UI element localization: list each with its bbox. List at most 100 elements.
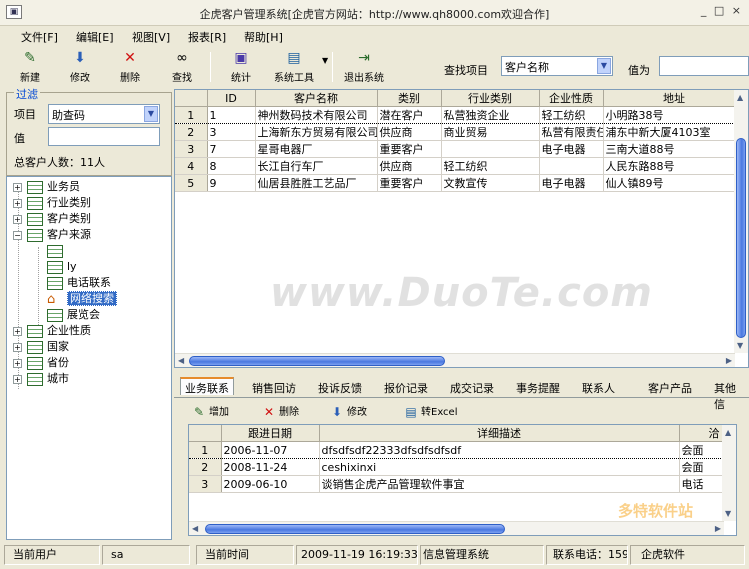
cell-type[interactable]: 重要客户 [377, 140, 442, 158]
cell-nature[interactable] [539, 157, 604, 175]
tab-business-contact[interactable]: 业务联系 [180, 377, 234, 395]
scroll-down-icon[interactable]: ▼ [725, 509, 731, 518]
scroll-right-icon[interactable]: ▶ [726, 356, 732, 365]
cell-type[interactable]: 供应商 [377, 157, 442, 175]
menu-view[interactable]: 视图[V] [132, 29, 170, 45]
cell-id[interactable]: 1 [207, 106, 256, 124]
column-header[interactable]: 企业性质 [539, 90, 604, 107]
delete-button[interactable]: ✕ 删除 [108, 48, 152, 86]
tree-child-source-4[interactable]: 展览会 [47, 307, 100, 323]
cell-date[interactable]: 2009-06-10 [221, 475, 320, 493]
new-button[interactable]: ✎ 新建 [8, 48, 52, 86]
cell-description[interactable]: ceshixinxi [319, 458, 680, 476]
cell-description[interactable]: dfsdfsdf22333dfsdfsdfsdf [319, 441, 680, 459]
expand-icon[interactable]: + [13, 182, 22, 192]
scroll-thumb[interactable] [736, 138, 746, 338]
cell-address[interactable]: 三南大道88号 [603, 140, 746, 158]
scroll-down-icon[interactable]: ▼ [737, 341, 743, 350]
value-input[interactable] [659, 56, 749, 76]
cell-address[interactable]: 仙人镇89号 [603, 174, 746, 192]
menu-file[interactable]: 文件[F] [21, 29, 58, 45]
expand-icon[interactable]: + [13, 342, 22, 352]
edit-row-button[interactable]: ⬇ 修改 [330, 403, 367, 418]
cell-id[interactable]: 7 [207, 140, 256, 158]
scroll-left-icon[interactable]: ◀ [192, 524, 198, 533]
horizontal-scrollbar[interactable]: ◀ ▶ [189, 521, 724, 535]
table-row[interactable]: 2 3 上海新东方贸易有限公司 供应商 商业贸易 私营有限责任 浦东中新大厦41… [175, 123, 746, 141]
tree-child-source-2[interactable]: 电话联系 [47, 275, 111, 291]
table-row[interactable]: 4 8 长江自行车厂 供应商 轻工纺织 人民东路88号 [175, 157, 746, 175]
tab-sales-visit[interactable]: 销售回访 [248, 379, 300, 397]
column-header[interactable]: 类别 [377, 90, 442, 107]
table-row[interactable]: 1 2006-11-07 dfsdfsdf22333dfsdfsdfsdf 会面 [189, 441, 736, 459]
cell-name[interactable]: 仙居县胜胜工艺品厂 [255, 174, 378, 192]
cell-name[interactable]: 星哥电器厂 [255, 140, 378, 158]
cell-address[interactable]: 浦东中新大厦4103室 [603, 123, 746, 141]
cell-nature[interactable]: 私营有限责任 [539, 123, 604, 141]
cell-date[interactable]: 2008-11-24 [221, 458, 320, 476]
tree-node-business-staff[interactable]: + 业务员 [13, 179, 80, 195]
cell-industry[interactable]: 文教宣传 [441, 174, 540, 192]
exit-button[interactable]: ⇥ 退出系统 [340, 48, 388, 86]
find-item-select[interactable]: 客户名称 ▼ [501, 56, 613, 76]
customer-grid[interactable]: ID 客户名称 类别 行业类别 企业性质 地址 1 1 神州数码技术有限公司 潜… [174, 89, 749, 368]
export-excel-button[interactable]: ▤ 转Excel [404, 403, 457, 418]
expand-icon[interactable]: + [13, 198, 22, 208]
cell-address[interactable]: 人民东路88号 [603, 157, 746, 175]
expand-icon[interactable]: + [13, 374, 22, 384]
delete-row-button[interactable]: ✕ 删除 [262, 403, 299, 418]
tab-complaints[interactable]: 投诉反馈 [314, 379, 366, 397]
table-row[interactable]: 5 9 仙居县胜胜工艺品厂 重要客户 文教宣传 电子电器 仙人镇89号 [175, 174, 746, 192]
tree-node-customer-type[interactable]: + 客户类别 [13, 211, 91, 227]
tools-dropdown-icon[interactable]: ▼ [322, 56, 328, 65]
cell-id[interactable]: 3 [207, 123, 256, 141]
scroll-thumb[interactable] [189, 356, 445, 366]
menu-edit[interactable]: 编辑[E] [76, 29, 114, 45]
edit-button[interactable]: ⬇ 修改 [58, 48, 102, 86]
tree-node-province[interactable]: + 省份 [13, 355, 69, 371]
cell-name[interactable]: 长江自行车厂 [255, 157, 378, 175]
cell-type[interactable]: 潜在客户 [377, 106, 442, 124]
cell-nature[interactable]: 轻工纺织 [539, 106, 604, 124]
collapse-icon[interactable]: − [13, 230, 22, 240]
column-header[interactable]: 详细描述 [319, 425, 680, 442]
cell-id[interactable]: 9 [207, 174, 256, 192]
scroll-right-icon[interactable]: ▶ [715, 524, 721, 533]
cell-industry[interactable]: 私营独资企业 [441, 106, 540, 124]
scroll-up-icon[interactable]: ▲ [737, 93, 743, 102]
expand-icon[interactable]: + [13, 326, 22, 336]
tree-node-company-nature[interactable]: + 企业性质 [13, 323, 91, 339]
vertical-scrollbar[interactable]: ▲ ▼ [722, 425, 736, 521]
vertical-scrollbar[interactable]: ▲ ▼ [734, 90, 748, 353]
cell-description[interactable]: 谈销售企虎产品管理软件事宜 [319, 475, 680, 493]
tab-contacts[interactable]: 联系人 [578, 379, 619, 397]
window-controls[interactable]: _ □ × [701, 4, 743, 17]
tab-deals[interactable]: 成交记录 [446, 379, 498, 397]
tab-customer-products[interactable]: 客户产品 [644, 379, 696, 397]
cell-type[interactable]: 供应商 [377, 123, 442, 141]
tree-node-country[interactable]: + 国家 [13, 339, 69, 355]
stats-button[interactable]: ▣ 统计 [219, 48, 263, 86]
column-header[interactable]: 行业类别 [441, 90, 540, 107]
find-button[interactable]: ∞ 查找 [160, 48, 204, 86]
cell-id[interactable]: 8 [207, 157, 256, 175]
cell-address[interactable]: 小明路38号 [603, 106, 746, 124]
column-header[interactable]: 地址 [603, 90, 746, 107]
horizontal-scrollbar[interactable]: ◀ ▶ [175, 353, 735, 367]
cell-type[interactable]: 重要客户 [377, 174, 442, 192]
table-row[interactable]: 3 2009-06-10 谈销售企虎产品管理软件事宜 电话 [189, 475, 736, 493]
scroll-left-icon[interactable]: ◀ [178, 356, 184, 365]
add-button[interactable]: ✎ 增加 [192, 403, 229, 418]
table-row[interactable]: 2 2008-11-24 ceshixinxi 会面 [189, 458, 736, 476]
system-tools-button[interactable]: ▤ 系统工具 [266, 48, 322, 86]
tree-node-customer-source[interactable]: − 客户来源 [13, 227, 91, 243]
table-row[interactable]: 3 7 星哥电器厂 重要客户 电子电器 三南大道88号 [175, 140, 746, 158]
tab-reminders[interactable]: 事务提醒 [512, 379, 564, 397]
tree-child-source-0[interactable] [47, 243, 67, 259]
tree-node-city[interactable]: + 城市 [13, 371, 69, 387]
column-header[interactable]: 客户名称 [255, 90, 378, 107]
column-header[interactable]: 跟进日期 [221, 425, 320, 442]
cell-nature[interactable]: 电子电器 [539, 174, 604, 192]
cell-name[interactable]: 神州数码技术有限公司 [255, 106, 378, 124]
table-row[interactable]: 1 1 神州数码技术有限公司 潜在客户 私营独资企业 轻工纺织 小明路38号 [175, 106, 746, 124]
